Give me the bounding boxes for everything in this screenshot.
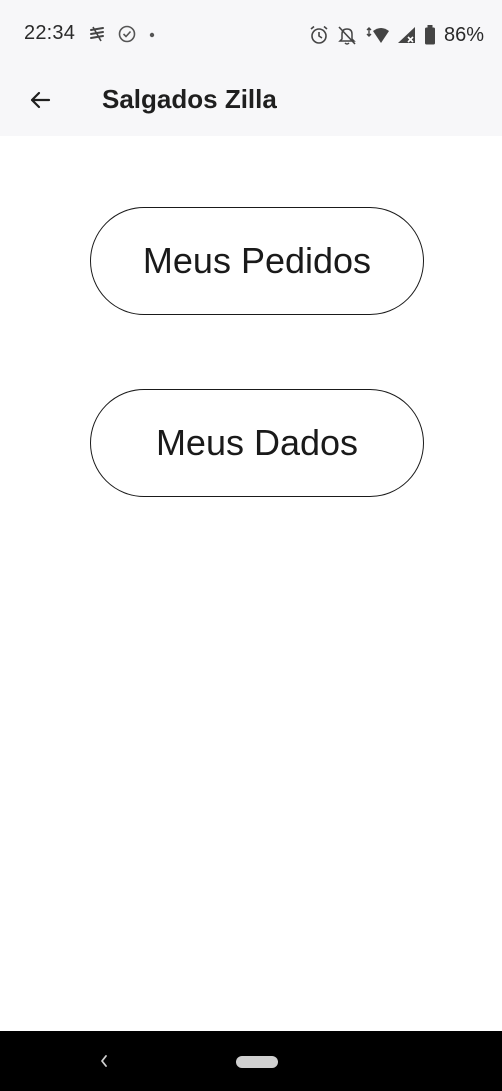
status-time: 22:34 <box>24 22 76 44</box>
status-right-icons: 86% <box>308 22 484 48</box>
system-nav-bar <box>0 1031 502 1091</box>
app-bar: Salgados Zilla <box>0 64 502 136</box>
alarm-icon <box>308 24 330 46</box>
muted-bell-icon <box>336 24 358 46</box>
arrow-back-icon <box>29 90 51 110</box>
page-title: Salgados Zilla <box>102 84 277 114</box>
back-button[interactable] <box>18 78 62 122</box>
my-data-button[interactable]: Meus Dados <box>90 389 424 497</box>
wifi-icon <box>364 24 390 46</box>
home-pill-icon[interactable] <box>236 1056 278 1068</box>
dot-icon <box>147 24 157 44</box>
my-orders-button[interactable]: Meus Pedidos <box>90 207 424 315</box>
signal-icon <box>396 24 418 46</box>
check-circle-icon <box>117 24 137 44</box>
nav-back-button[interactable] <box>92 1049 116 1073</box>
notification-app-icon <box>87 24 107 44</box>
battery-percent: 86% <box>443 23 484 46</box>
status-left-icons <box>87 22 157 46</box>
chevron-left-icon <box>98 1053 110 1069</box>
status-bar: 22:34 86% <box>0 0 502 64</box>
battery-icon <box>424 24 436 46</box>
